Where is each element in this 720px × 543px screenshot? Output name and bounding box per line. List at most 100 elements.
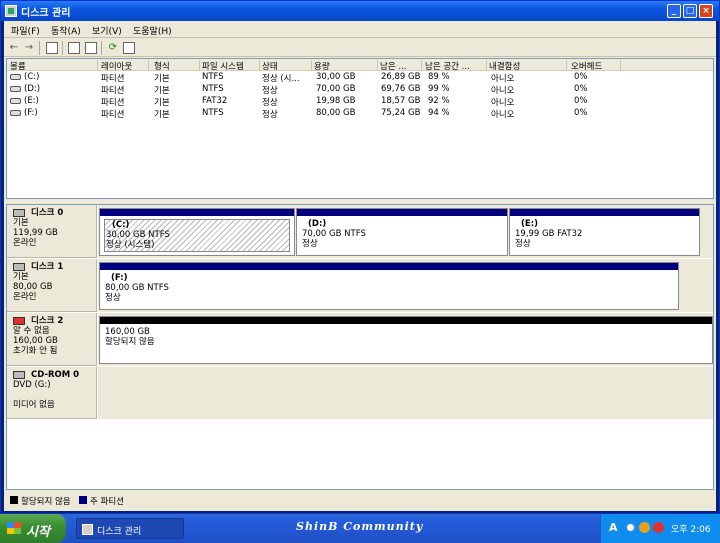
- partition-status: 정상 (시스템): [106, 240, 155, 250]
- partition-size: 80,00 GB NTFS: [105, 283, 169, 293]
- maximize-button[interactable]: □: [683, 4, 697, 18]
- cell-free-space: 75,24 GB: [381, 108, 421, 118]
- clock[interactable]: 오후 2:06: [671, 522, 711, 535]
- console-tree-icon[interactable]: [46, 42, 58, 54]
- title-bar[interactable]: 디스크 관리 _ □ ×: [1, 1, 719, 21]
- partition-f[interactable]: (F:) 80,00 GB NTFS 정상: [99, 262, 679, 310]
- disk-2-label[interactable]: 디스크 2 알 수 없음 160,00 GB 초기화 안 됨: [7, 313, 97, 366]
- close-button[interactable]: ×: [699, 4, 713, 18]
- cell-overhead: 0%: [574, 108, 588, 118]
- partition-status: 할당되지 않음: [105, 337, 155, 347]
- minimize-button[interactable]: _: [667, 4, 681, 18]
- volume-row[interactable]: (D:) 파티션 기본 NTFS 정상 70,00 GB 69,76 GB 99…: [7, 84, 713, 96]
- cell-volume: (F:): [24, 108, 38, 118]
- primary-partition-bar: [100, 209, 294, 216]
- disk-name: 디스크 0: [31, 208, 64, 218]
- taskbar-button-label: 디스크 관리: [97, 527, 142, 537]
- cell-fault-tolerance: 아니오: [491, 110, 515, 120]
- legend: 할당되지 않음 주 파티션: [6, 491, 714, 509]
- partition-status: 정상: [515, 239, 531, 249]
- disk-0-partitions: (C:) 30,00 GB NTFS 정상 (시스템) (D:) 70,00 G…: [98, 205, 713, 258]
- disk-1-label[interactable]: 디스크 1 기본 80,00 GB 온라인: [7, 259, 97, 312]
- cell-percent-free: 94 %: [428, 108, 450, 118]
- column-header-capacity[interactable]: 용량: [314, 60, 378, 71]
- cell-percent-free: 99 %: [428, 84, 450, 94]
- primary-partition-swatch: [79, 496, 87, 504]
- taskbar-button-disk-management[interactable]: 디스크 관리: [76, 518, 184, 539]
- disk-type: 기본: [13, 218, 29, 228]
- cell-fault-tolerance: 아니오: [491, 86, 515, 96]
- disk-status: 온라인: [13, 238, 37, 248]
- volume-list: 볼륨 레이아웃 형식 파일 시스템 상태 용량 남은 ... 남은 공간 ...…: [6, 58, 714, 199]
- menu-bar: 파일(F) 동작(A) 보기(V) 도움말(H): [4, 21, 716, 38]
- window-title: 디스크 관리: [21, 8, 71, 19]
- volume-list-header: 볼륨 레이아웃 형식 파일 시스템 상태 용량 남은 ... 남은 공간 ...…: [7, 59, 713, 71]
- language-indicator[interactable]: A: [609, 521, 618, 534]
- back-arrow-icon[interactable]: ←: [8, 42, 20, 54]
- column-header-fault-tolerance[interactable]: 내결함성: [489, 60, 567, 71]
- disk-size: [13, 390, 96, 400]
- cell-free-space: 69,76 GB: [381, 84, 421, 94]
- column-header-overhead[interactable]: 오버헤드: [571, 60, 621, 71]
- column-header-status[interactable]: 상태: [262, 60, 312, 71]
- windows-logo-icon: [7, 522, 21, 534]
- cell-filesystem: NTFS: [202, 72, 224, 82]
- disk-status: 초기화 안 됨: [13, 346, 58, 356]
- help-icon[interactable]: [85, 42, 97, 54]
- menu-view[interactable]: 보기(V): [92, 24, 122, 37]
- disk-0-label[interactable]: 디스크 0 기본 119,99 GB 온라인: [7, 205, 97, 258]
- partition-size: 160,00 GB: [105, 327, 150, 337]
- drive-icon: [10, 85, 21, 92]
- forward-arrow-icon[interactable]: →: [23, 42, 35, 54]
- disk-management-window: 디스크 관리 _ □ × 파일(F) 동작(A) 보기(V) 도움말(H) ← …: [0, 0, 720, 514]
- start-button[interactable]: 시작: [0, 514, 66, 543]
- column-header-free-space[interactable]: 남은 ...: [380, 60, 422, 71]
- cell-overhead: 0%: [574, 96, 588, 106]
- menu-help[interactable]: 도움말(H): [133, 24, 172, 37]
- disk-management-icon: [82, 524, 93, 535]
- cdrom-0-area: [98, 367, 713, 419]
- cdrom-0-label[interactable]: CD-ROM 0 DVD (G:) 미디어 없음: [7, 367, 97, 419]
- properties-icon[interactable]: [68, 42, 80, 54]
- disk-management-icon: [5, 5, 17, 17]
- column-header-type[interactable]: 형식: [154, 60, 200, 71]
- cell-percent-free: 92 %: [428, 96, 450, 106]
- disk-name: 디스크 1: [31, 262, 64, 272]
- ime-icon[interactable]: [625, 522, 636, 533]
- disk-graphical-view: 디스크 0 기본 119,99 GB 온라인 (C:) 30,00 GB NTF…: [6, 204, 714, 490]
- volume-row[interactable]: (F:) 파티션 기본 NTFS 정상 80,00 GB 75,24 GB 94…: [7, 108, 713, 120]
- partition-size: 19,99 GB FAT32: [515, 229, 583, 239]
- volume-row[interactable]: (E:) 파티션 기본 FAT32 정상 19,98 GB 18,57 GB 9…: [7, 96, 713, 108]
- security-icon[interactable]: [653, 522, 664, 533]
- column-header-filesystem[interactable]: 파일 시스템: [202, 60, 260, 71]
- menu-file[interactable]: 파일(F): [11, 24, 40, 37]
- column-header-layout[interactable]: 레이아웃: [101, 60, 149, 71]
- partition-size: 30,00 GB NTFS: [106, 230, 170, 240]
- disk-status: 미디어 없음: [13, 400, 55, 410]
- cell-type: 기본: [154, 74, 170, 84]
- network-icon[interactable]: [639, 522, 650, 533]
- cdrom-icon: [13, 370, 25, 379]
- partition-d[interactable]: (D:) 70,00 GB NTFS 정상: [296, 208, 508, 256]
- drive-icon: [10, 73, 21, 80]
- legend-unallocated: 할당되지 않음: [21, 497, 71, 507]
- disk-size: 119,99 GB: [13, 228, 58, 238]
- menu-action[interactable]: 동작(A): [51, 24, 81, 37]
- unallocated-space[interactable]: 160,00 GB 할당되지 않음: [99, 316, 713, 364]
- cell-status: 정상: [262, 86, 278, 96]
- cell-volume: (C:): [24, 72, 40, 82]
- column-header-percent-free[interactable]: 남은 공간 ...: [425, 60, 487, 71]
- toolbar-separator: [62, 41, 63, 55]
- rescan-disks-icon[interactable]: [123, 42, 135, 54]
- unallocated-swatch: [10, 496, 18, 504]
- partition-label: (F:): [111, 273, 128, 283]
- partition-e[interactable]: (E:) 19,99 GB FAT32 정상: [509, 208, 700, 256]
- cell-volume: (E:): [24, 96, 39, 106]
- start-label: 시작: [26, 525, 50, 540]
- column-header-volume[interactable]: 볼륨: [10, 60, 98, 71]
- disk-size: 160,00 GB: [13, 336, 58, 346]
- partition-c[interactable]: (C:) 30,00 GB NTFS 정상 (시스템): [99, 208, 295, 256]
- volume-row[interactable]: (C:) 파티션 기본 NTFS 정상 (시... 30,00 GB 26,89…: [7, 72, 713, 84]
- cell-layout: 파티션: [101, 74, 125, 84]
- refresh-icon[interactable]: ⟳: [107, 42, 119, 54]
